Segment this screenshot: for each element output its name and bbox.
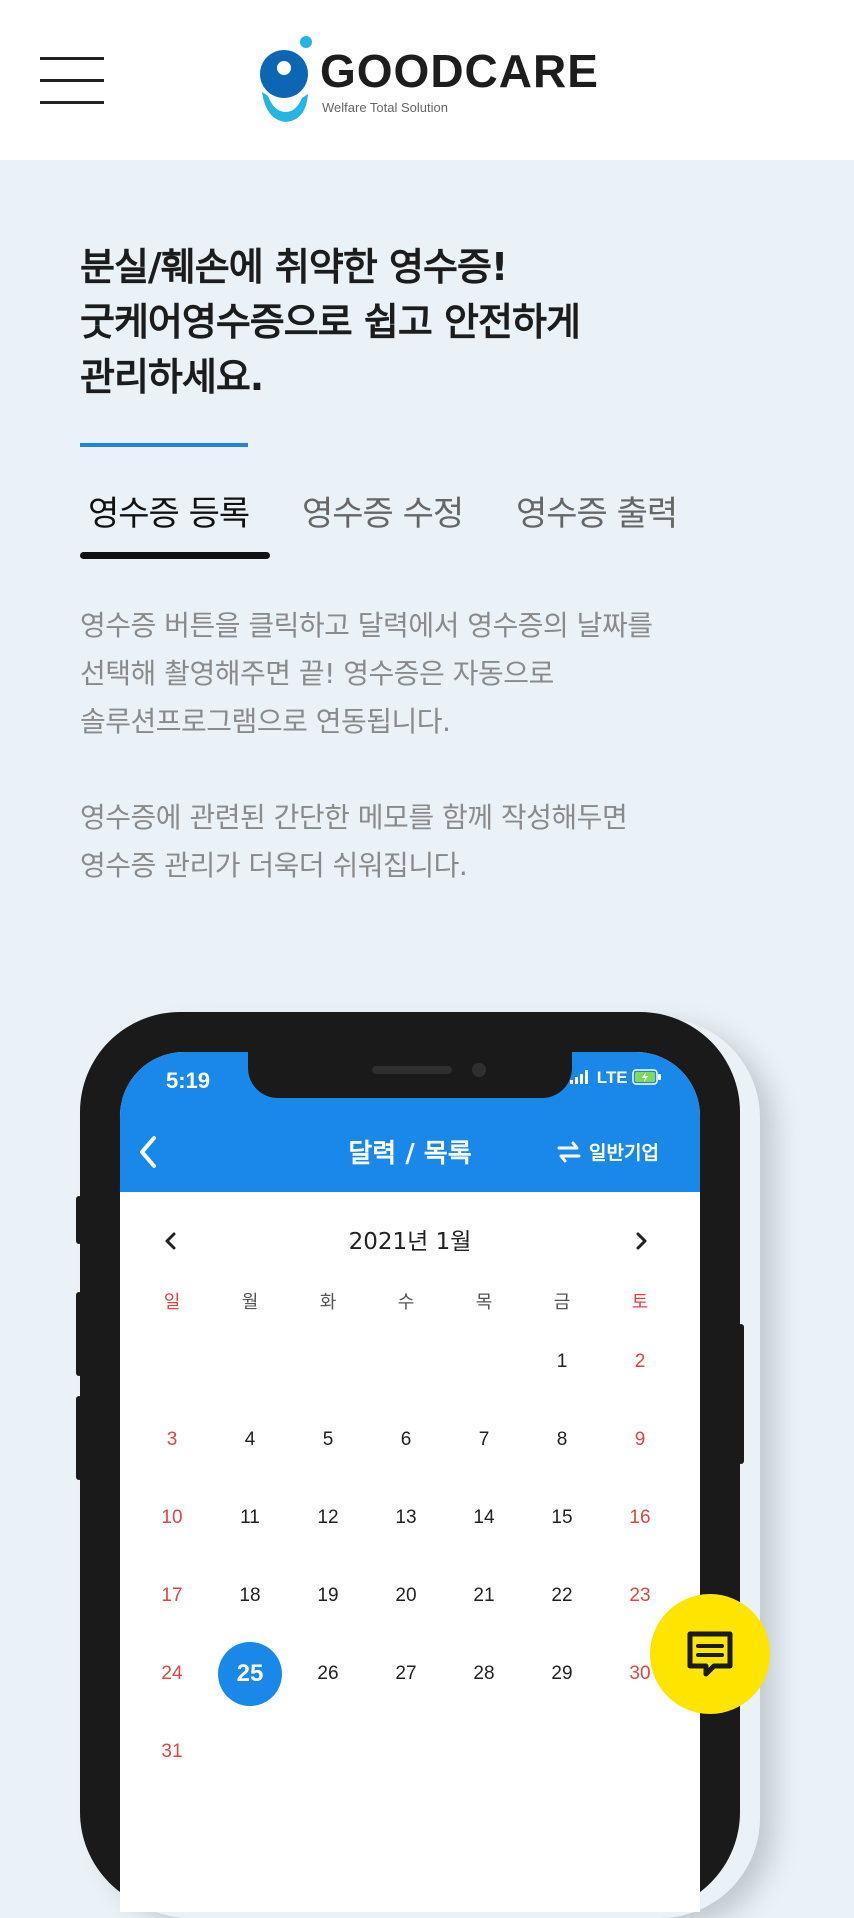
weekday-wed: 수	[397, 1292, 415, 1313]
next-month-icon[interactable]	[626, 1226, 656, 1256]
headline-line: 관리하세요.	[80, 355, 264, 399]
calendar-day[interactable]: 26	[298, 1654, 358, 1694]
description-line: 선택해 촬영해주면 끝! 영수증은 자동으로	[80, 657, 554, 690]
accent-divider	[80, 443, 248, 447]
status-indicators: LTE	[570, 1068, 662, 1088]
page-headline: 분실/훼손에 취약한 영수증! 굿케어영수증으로 쉽고 안전하게 관리하세요.	[80, 240, 780, 405]
headline-line: 굿케어영수증으로 쉽고 안전하게	[80, 300, 581, 344]
active-tab-indicator	[80, 552, 270, 559]
calendar-day[interactable]: 5	[298, 1420, 358, 1460]
logo-wordmark: GOODCARE	[320, 45, 599, 97]
logo-tagline: Welfare Total Solution	[322, 100, 448, 115]
goodcare-logo[interactable]: GOODCARE Welfare Total Solution	[256, 30, 616, 130]
weekday-fri: 금	[553, 1292, 571, 1313]
weekday-sat: 토	[631, 1292, 649, 1313]
tab-receipt-register[interactable]: 영수증 등록	[88, 486, 250, 535]
calendar-day[interactable]: 17	[142, 1576, 202, 1616]
tab-receipt-print[interactable]: 영수증 출력	[516, 486, 678, 535]
calendar-day[interactable]: 27	[376, 1654, 436, 1694]
swap-icon	[557, 1141, 581, 1163]
description-line: 영수증 관리가 더욱더 쉬워집니다.	[80, 849, 468, 882]
calendar-day[interactable]: 12	[298, 1498, 358, 1538]
battery-icon	[632, 1069, 662, 1085]
calendar-day[interactable]: 3	[142, 1420, 202, 1460]
goodcare-logo-mark	[260, 36, 312, 122]
chat-button[interactable]	[650, 1594, 770, 1714]
calendar-day[interactable]: 10	[142, 1498, 202, 1538]
site-header: GOODCARE Welfare Total Solution	[0, 0, 854, 160]
selected-calendar-day[interactable]: 25	[218, 1642, 282, 1706]
weekday-thu: 목	[475, 1292, 493, 1313]
app-bar: 5:19 LTE 달력 / 목록 일반기업	[120, 1052, 700, 1192]
front-camera	[472, 1063, 486, 1077]
network-label: LTE	[596, 1068, 628, 1087]
weekday-tue: 화	[319, 1292, 337, 1313]
description-line: 솔루션프로그램으로 연동됩니다.	[80, 705, 451, 738]
phone-notch	[248, 1052, 572, 1098]
calendar-day[interactable]: 28	[454, 1654, 514, 1694]
calendar-day[interactable]: 1	[532, 1342, 592, 1382]
weekday-mon: 월	[241, 1292, 259, 1313]
calendar-day[interactable]: 4	[220, 1420, 280, 1460]
calendar-day[interactable]: 13	[376, 1498, 436, 1538]
feature-description: 영수증 버튼을 클릭하고 달력에서 영수증의 날짜를 선택해 촬영해주면 끝! …	[80, 602, 780, 890]
headline-line: 분실/훼손에 취약한 영수증!	[80, 245, 508, 289]
company-switch-button[interactable]: 일반기업	[555, 1136, 685, 1168]
phone-screen: 5:19 LTE 달력 / 목록 일반기업 2021년 1월 일 월 화 수 목…	[120, 1052, 700, 1912]
earpiece-speaker	[372, 1066, 452, 1074]
calendar-day[interactable]: 14	[454, 1498, 514, 1538]
calendar-day[interactable]: 20	[376, 1576, 436, 1616]
phone-volume-up	[76, 1292, 82, 1376]
calendar-day[interactable]: 29	[532, 1654, 592, 1694]
signal-icon	[570, 1070, 588, 1084]
weekday-sun: 일	[163, 1292, 181, 1313]
calendar-day[interactable]: 31	[142, 1732, 202, 1772]
calendar-day[interactable]: 21	[454, 1576, 514, 1616]
calendar-day[interactable]: 11	[220, 1498, 280, 1538]
phone-power-button	[738, 1324, 744, 1464]
calendar-day[interactable]: 19	[298, 1576, 358, 1616]
company-switch-label: 일반기업	[589, 1142, 659, 1164]
phone-volume-down	[76, 1396, 82, 1480]
calendar-day[interactable]: 16	[610, 1498, 670, 1538]
calendar-day[interactable]: 22	[532, 1576, 592, 1616]
description-line: 영수증 버튼을 클릭하고 달력에서 영수증의 날짜를	[80, 609, 653, 642]
tab-receipt-edit[interactable]: 영수증 수정	[302, 486, 464, 535]
description-line: 영수증에 관련된 간단한 메모를 함께 작성해두면	[80, 801, 628, 834]
month-navigation: 2021년 1월	[120, 1222, 700, 1262]
calendar-day[interactable]: 18	[220, 1576, 280, 1616]
status-time: 5:19	[166, 1068, 211, 1093]
calendar-day[interactable]: 24	[142, 1654, 202, 1694]
calendar-day[interactable]: 15	[532, 1498, 592, 1538]
calendar-day[interactable]: 6	[376, 1420, 436, 1460]
phone-silent-switch	[76, 1196, 82, 1244]
hamburger-menu-icon[interactable]	[40, 57, 104, 105]
calendar-day[interactable]: 2	[610, 1342, 670, 1382]
calendar-day[interactable]: 7	[454, 1420, 514, 1460]
chat-message-icon	[687, 1631, 733, 1677]
calendar-day[interactable]: 23	[610, 1576, 670, 1616]
calendar-day[interactable]: 9	[610, 1420, 670, 1460]
calendar-day[interactable]: 8	[532, 1420, 592, 1460]
month-title: 2021년 1월	[348, 1229, 472, 1255]
